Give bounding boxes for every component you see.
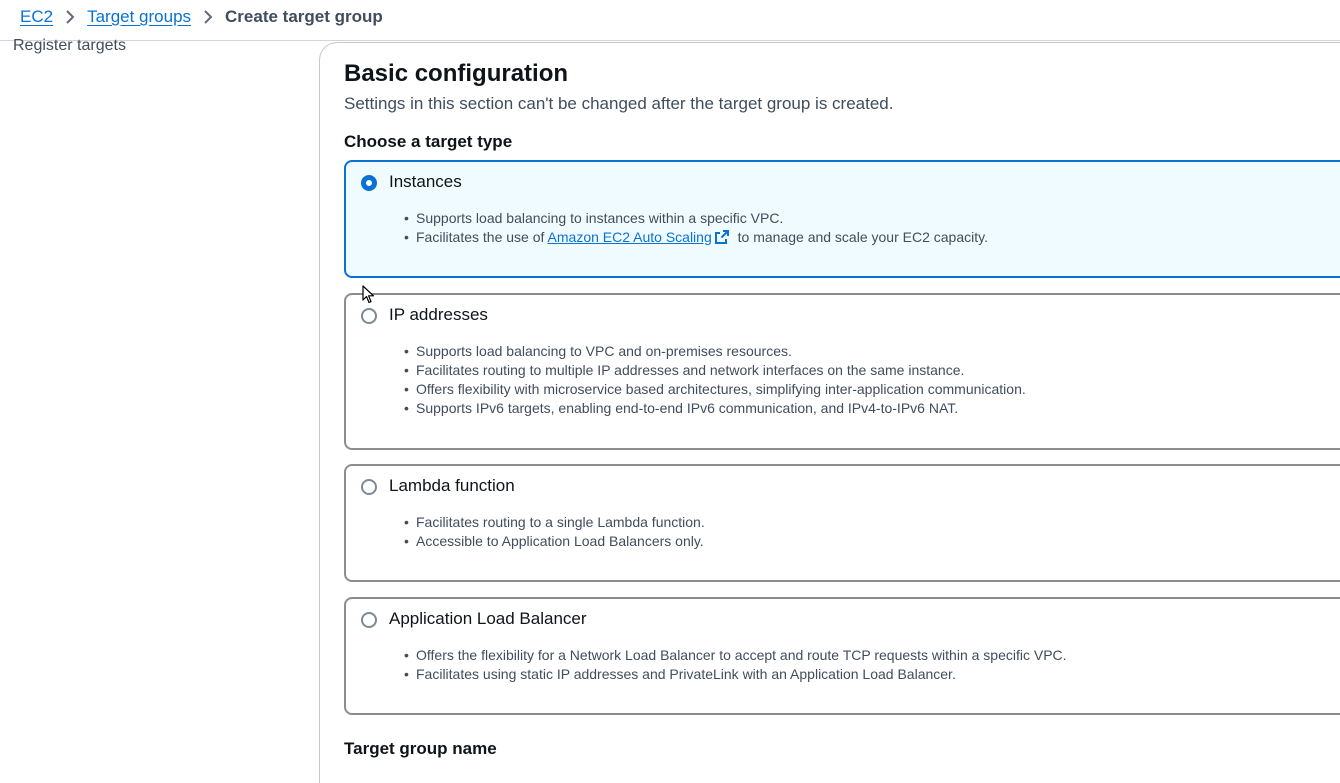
breadcrumb-link-target-groups[interactable]: Target groups [87,7,191,27]
option-description-instances: Supports load balancing to instances wit… [404,209,988,250]
option-description-application-load-balancer: Offers the flexibility for a Network Loa… [404,646,1067,684]
target-type-label: Choose a target type [344,132,513,151]
section-description: Settings in this section can't be change… [344,94,894,113]
wizard-step-register-targets[interactable]: Register targets [13,37,126,55]
list-item: Offers flexibility with microservice bas… [404,380,1026,399]
option-label-ip-addresses: IP addresses [389,305,488,324]
list-item: Supports load balancing to instances wit… [404,209,988,228]
chevron-right-icon [65,10,75,24]
list-item: Facilitates routing to a single Lambda f… [404,513,705,532]
target-group-name-label: Target group name [344,739,497,758]
radio-ip-addresses[interactable] [361,308,377,324]
target-type-option-lambda-function[interactable]: Lambda function Facilitates routing to a… [344,464,1340,582]
breadcrumb: EC2 Target groups Create target group [20,0,383,34]
radio-application-load-balancer[interactable] [361,612,377,628]
option-label-application-load-balancer: Application Load Balancer [389,609,587,628]
list-item: Facilitates the use of Amazon EC2 Auto S… [404,228,988,250]
list-item: Accessible to Application Load Balancers… [404,532,705,551]
option-description-lambda-function: Facilitates routing to a single Lambda f… [404,513,705,551]
option-label-instances: Instances [389,172,462,191]
target-type-option-ip-addresses[interactable]: IP addresses Supports load balancing to … [344,293,1340,450]
list-item: Facilitates routing to multiple IP addre… [404,361,1026,380]
list-item: Offers the flexibility for a Network Loa… [404,646,1067,665]
option-description-ip-addresses: Supports load balancing to VPC and on-pr… [404,342,1026,418]
target-type-option-application-load-balancer[interactable]: Application Load Balancer Offers the fle… [344,597,1340,715]
list-item: Facilitates using static IP addresses an… [404,665,1067,684]
target-type-option-instances[interactable]: Instances Supports load balancing to ins… [344,160,1340,278]
list-item: Supports load balancing to VPC and on-pr… [404,342,1026,361]
radio-instances[interactable] [361,175,377,191]
section-title: Basic configuration [344,60,569,87]
list-item: Supports IPv6 targets, enabling end-to-e… [404,399,1026,418]
chevron-right-icon [203,10,213,24]
option-label-lambda-function: Lambda function [389,476,515,495]
bullet-text: Facilitates the use of [416,229,548,245]
header-divider [0,40,1340,41]
breadcrumb-current: Create target group [225,7,383,26]
bullet-text: to manage and scale your EC2 capacity. [733,229,988,245]
radio-lambda-function[interactable] [361,479,377,495]
amazon-ec2-auto-scaling-link[interactable]: Amazon EC2 Auto Scaling [548,229,712,245]
mouse-pointer-icon [362,285,376,310]
breadcrumb-link-ec2[interactable]: EC2 [20,7,53,27]
external-link-icon[interactable] [714,229,730,250]
